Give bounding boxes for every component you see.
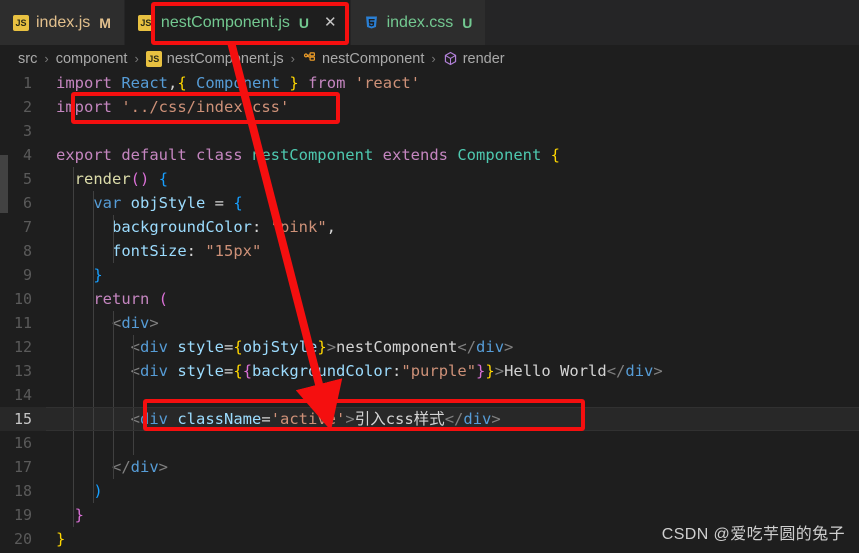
- code-line: 17 </div>: [0, 455, 859, 479]
- breadcrumb-item-component[interactable]: component: [56, 51, 128, 67]
- vscode-window: JS index.js M JS nestComponent.js U ✕ in…: [0, 0, 859, 553]
- breadcrumb-separator-icon: ›: [431, 51, 436, 66]
- breadcrumb: src › component › JS nestComponent.js › …: [0, 46, 859, 71]
- line-content: var objStyle = {: [46, 191, 859, 215]
- line-number: 16: [13, 434, 32, 452]
- line-content: [46, 431, 859, 455]
- close-icon[interactable]: ✕: [324, 15, 337, 30]
- line-content: fontSize: "15px": [46, 239, 859, 263]
- tab-label: index.css: [386, 13, 454, 31]
- line-content: [46, 383, 859, 407]
- editor-tab-bar: JS index.js M JS nestComponent.js U ✕ in…: [0, 0, 859, 46]
- js-file-icon: JS: [145, 50, 162, 67]
- code-line: 14: [0, 383, 859, 407]
- line-number: 10: [13, 290, 32, 308]
- code-line: 11 <div>: [0, 311, 859, 335]
- tab-git-status-badge: U: [298, 14, 310, 31]
- line-content: import '../css/index.css': [56, 98, 290, 116]
- line-content: [46, 119, 859, 143]
- line-number: 13: [13, 362, 32, 380]
- line-number: 12: [13, 338, 32, 356]
- code-line: 8 fontSize: "15px": [0, 239, 859, 263]
- code-line: 2 import '../css/index.css': [0, 95, 859, 119]
- code-line: 6 var objStyle = {: [0, 191, 859, 215]
- breadcrumb-item-method-render[interactable]: render: [443, 51, 505, 67]
- code-line: 10 return (: [0, 287, 859, 311]
- line-number: 8: [22, 242, 32, 260]
- breadcrumb-label: nestComponent.js: [166, 50, 284, 67]
- breadcrumb-label: src: [18, 50, 38, 67]
- line-number: 3: [22, 122, 32, 140]
- code-line-active: 15 <div className='active'>引入css样式</div>: [0, 407, 859, 431]
- line-number: 5: [22, 170, 32, 188]
- breadcrumb-label: nestComponent: [322, 50, 425, 67]
- line-content: return (: [46, 287, 859, 311]
- breadcrumb-item-src[interactable]: src: [18, 51, 37, 67]
- breadcrumb-label: render: [462, 50, 505, 67]
- css-file-icon: [364, 15, 380, 31]
- line-content: backgroundColor: "pink",: [46, 215, 859, 239]
- line-number: 11: [13, 314, 32, 332]
- breadcrumb-separator-icon: ›: [44, 51, 49, 66]
- method-icon: [443, 51, 458, 66]
- line-number: 15: [13, 410, 32, 428]
- line-number: 19: [13, 506, 32, 524]
- code-line: 18 ): [0, 479, 859, 503]
- line-content: export default class nestComponent exten…: [56, 146, 561, 164]
- breadcrumb-label: component: [55, 50, 128, 67]
- line-content: render() {: [46, 167, 859, 191]
- code-line: 13 <div style={{backgroundColor:"purple"…: [0, 359, 859, 383]
- line-number: 17: [13, 458, 32, 476]
- tab-nestcomponent-js[interactable]: JS nestComponent.js U ✕: [124, 0, 351, 45]
- code-line: 4 export default class nestComponent ext…: [0, 143, 859, 167]
- line-number: 1: [22, 74, 32, 92]
- code-editor[interactable]: 1 import React,{ Component } from 'react…: [0, 71, 859, 553]
- line-number: 9: [22, 266, 32, 284]
- line-content: <div>: [46, 311, 859, 335]
- line-number: 20: [13, 530, 32, 548]
- code-line: 9 }: [0, 263, 859, 287]
- code-line: 16: [0, 431, 859, 455]
- code-line: 12 <div style={objStyle}>nestComponent</…: [0, 335, 859, 359]
- line-content: }: [46, 263, 859, 287]
- line-number: 18: [13, 482, 32, 500]
- line-content: <div style={{backgroundColor:"purple"}}>…: [46, 359, 859, 383]
- code-line: 7 backgroundColor: "pink",: [0, 215, 859, 239]
- tab-git-status-badge: M: [99, 14, 111, 31]
- js-file-icon: JS: [137, 14, 154, 31]
- tab-label: index.js: [36, 13, 91, 31]
- line-number: 6: [22, 194, 32, 212]
- js-file-icon: JS: [13, 14, 29, 31]
- line-number: 2: [22, 98, 32, 116]
- code-line: 5 render() {: [0, 167, 859, 191]
- breadcrumb-separator-icon: ›: [290, 51, 295, 66]
- breadcrumb-separator-icon: ›: [134, 51, 139, 66]
- code-line: 1 import React,{ Component } from 'react…: [0, 71, 859, 95]
- tab-git-status-badge: U: [462, 14, 473, 31]
- class-icon: [302, 51, 317, 66]
- breadcrumb-item-class-nestcomponent[interactable]: nestComponent: [302, 51, 424, 67]
- watermark-text: CSDN @爱吃芋圆的兔子: [661, 526, 845, 543]
- line-content: <div className='active'>引入css样式</div>: [46, 407, 859, 431]
- line-content: </div>: [46, 455, 859, 479]
- breadcrumb-item-nestcomponent-js[interactable]: JS nestComponent.js: [145, 50, 284, 67]
- line-number: 14: [13, 386, 32, 404]
- code-line: 3: [0, 119, 859, 143]
- tab-index-js[interactable]: JS index.js M: [0, 0, 125, 45]
- line-number: 7: [22, 218, 32, 236]
- line-content: import React,{ Component } from 'react': [56, 74, 421, 92]
- tab-label: nestComponent.js: [160, 13, 290, 31]
- line-content: ): [46, 479, 859, 503]
- line-number: 4: [22, 146, 32, 164]
- line-content: <div style={objStyle}>nestComponent</div…: [46, 335, 859, 359]
- tab-index-css[interactable]: index.css U: [350, 0, 487, 45]
